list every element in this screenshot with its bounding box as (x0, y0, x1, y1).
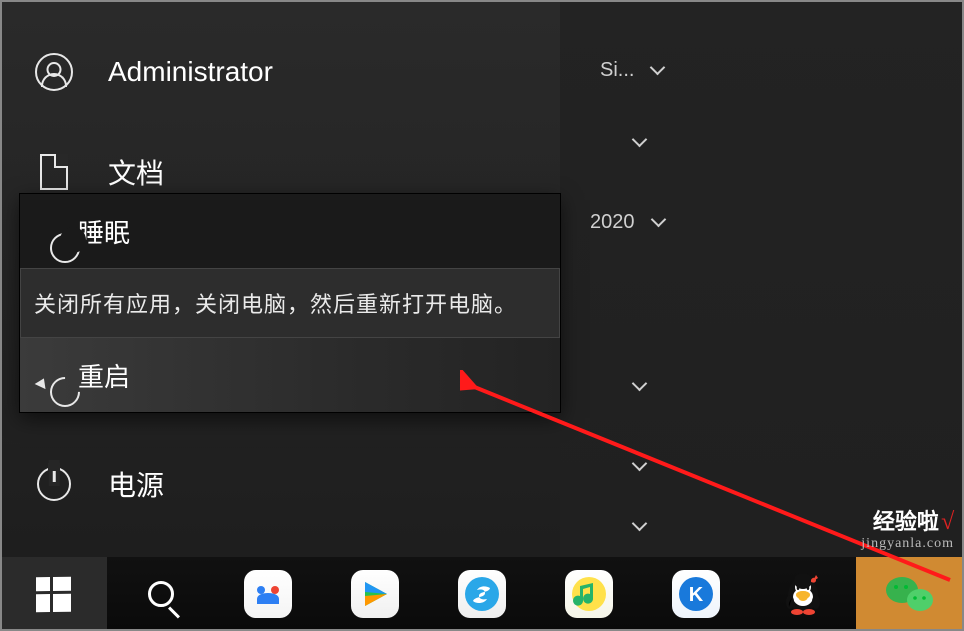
watermark-url: jingyanla.com (861, 536, 954, 551)
sogou-browser-icon (458, 570, 506, 618)
qq-music-icon (565, 570, 613, 618)
watermark: 经验啦 √ jingyanla.com (861, 509, 954, 551)
restart-option[interactable]: 重启 (20, 338, 560, 412)
document-icon (34, 152, 74, 192)
bg-row-1-text: Si... (600, 59, 634, 82)
user-account-item[interactable]: Administrator (0, 36, 560, 108)
taskbar-app-sogou-browser[interactable] (428, 557, 535, 631)
chevron-down-icon (630, 456, 650, 476)
bg-row-chev-2[interactable] (630, 122, 964, 162)
restart-label: 重启 (78, 357, 130, 394)
taskbar-app-tencent-video[interactable] (321, 557, 428, 631)
chevron-down-icon (648, 60, 668, 80)
sleep-label: 睡眠 (78, 213, 130, 250)
restart-tooltip-text: 关闭所有应用，关闭电脑，然后重新打开电脑。 (34, 287, 517, 319)
power-options-popup: 睡眠 关闭所有应用，关闭电脑，然后重新打开电脑。 重启 (20, 194, 560, 412)
taskbar-app-baidu-netdisk[interactable] (214, 557, 321, 631)
power-icon (34, 464, 74, 504)
taskbar-app-qq-music[interactable] (535, 557, 642, 631)
bg-row-2-text: 2020 (590, 211, 635, 234)
svg-text:K: K (688, 584, 703, 606)
tencent-video-icon (351, 570, 399, 618)
bg-row-chev-3[interactable] (630, 366, 964, 406)
watermark-check-icon: √ (941, 509, 954, 535)
bg-row-chev-4[interactable] (630, 446, 964, 486)
chevron-down-icon (630, 516, 650, 536)
restart-tooltip: 关闭所有应用，关闭电脑，然后重新打开电脑。 (20, 268, 560, 338)
chevron-down-icon (630, 376, 650, 396)
user-account-label: Administrator (108, 56, 273, 88)
windows-logo-icon (36, 576, 71, 612)
start-button[interactable] (0, 557, 107, 631)
background-panel: Si... 2020 (560, 0, 964, 557)
taskbar-app-wechat[interactable] (856, 557, 964, 631)
power-label: 电源 (108, 464, 164, 504)
search-button[interactable] (107, 557, 214, 631)
power-item[interactable]: 电源 (0, 448, 560, 520)
user-icon (34, 52, 74, 92)
chevron-down-icon (649, 212, 669, 232)
sleep-option[interactable]: 睡眠 (20, 194, 560, 268)
taskbar: K (0, 557, 964, 631)
baidu-netdisk-icon (244, 570, 292, 618)
watermark-brand: 经验啦 (873, 510, 939, 534)
kugou-music-icon: K (672, 570, 720, 618)
taskbar-app-qq[interactable] (749, 557, 856, 631)
taskbar-app-kugou-music[interactable]: K (642, 557, 749, 631)
wechat-icon (856, 557, 964, 631)
search-icon (148, 581, 174, 607)
chevron-down-icon (630, 132, 650, 152)
documents-label: 文档 (108, 152, 164, 192)
bg-row-1[interactable]: Si... (600, 50, 964, 90)
qq-icon (778, 567, 828, 622)
bg-row-2[interactable]: 2020 (590, 202, 964, 242)
start-menu-panel: Administrator 文档 电源 睡眠 关闭所有应用，关闭电脑，然后重新打… (0, 0, 560, 557)
